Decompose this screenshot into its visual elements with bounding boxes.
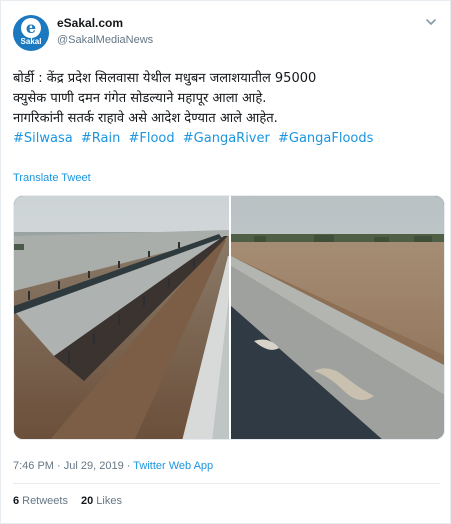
account-handle[interactable]: @SakalMediaNews xyxy=(57,33,153,48)
meta-separator: · xyxy=(53,460,64,472)
avatar[interactable]: e Sakal xyxy=(13,15,49,51)
meta-separator: · xyxy=(123,460,134,472)
tweet-timestamp: 7:46 PM · Jul 29, 2019 · Twitter Web App xyxy=(13,460,213,472)
divider xyxy=(13,483,440,484)
retweets-stat[interactable]: 6 Retweets xyxy=(13,495,68,507)
engagement-stats: 6 Retweets 20 Likes xyxy=(13,495,122,507)
tweet-media[interactable] xyxy=(13,195,445,440)
tweet-time[interactable]: 7:46 PM xyxy=(13,460,54,472)
tweet-header: e Sakal eSakal.com @SakalMediaNews xyxy=(13,13,440,57)
hashtag-link[interactable]: #Rain xyxy=(81,131,120,146)
tweet-text: बोर्डी : केंद्र प्रदेश सिलवासा येथील मधु… xyxy=(13,69,440,149)
avatar-logo-word: Sakal xyxy=(20,37,42,46)
hashtag-link[interactable]: #GangaFloods xyxy=(278,131,373,146)
flooded-causeway-photo[interactable] xyxy=(14,196,229,440)
retweets-count: 6 xyxy=(13,495,20,507)
chevron-down-icon[interactable] xyxy=(424,15,438,29)
flooded-river-embankment-photo[interactable] xyxy=(231,196,445,440)
translate-tweet-link[interactable]: Translate Tweet xyxy=(13,172,91,184)
hashtag-link[interactable]: #Flood xyxy=(128,131,174,146)
display-name[interactable]: eSakal.com xyxy=(57,16,153,31)
likes-count: 20 xyxy=(81,495,94,507)
hashtag-row: #Silwasa #Rain #Flood #GangaRiver #Ganga… xyxy=(13,129,440,149)
likes-stat[interactable]: 20 Likes xyxy=(81,495,122,507)
source-app-link[interactable]: Twitter Web App xyxy=(133,460,213,472)
tweet-text-line: नागरिकांनी सतर्क राहावे असे आदेश देण्यात… xyxy=(13,111,278,126)
tweet-text-line: क्युसेक पाणी दमन गंगेत सोडल्याने महापूर … xyxy=(13,91,267,106)
tweet-card: e Sakal eSakal.com @SakalMediaNews बोर्ड… xyxy=(0,0,451,524)
likes-label: Likes xyxy=(96,495,122,507)
hashtag-link[interactable]: #Silwasa xyxy=(13,131,73,146)
retweets-label: Retweets xyxy=(22,495,68,507)
tweet-date[interactable]: Jul 29, 2019 xyxy=(64,460,124,472)
account-names[interactable]: eSakal.com @SakalMediaNews xyxy=(57,16,153,48)
avatar-logo-letter: e xyxy=(21,18,41,38)
hashtag-link[interactable]: #GangaRiver xyxy=(183,131,270,146)
tweet-text-line: बोर्डी : केंद्र प्रदेश सिलवासा येथील मधु… xyxy=(13,71,317,86)
